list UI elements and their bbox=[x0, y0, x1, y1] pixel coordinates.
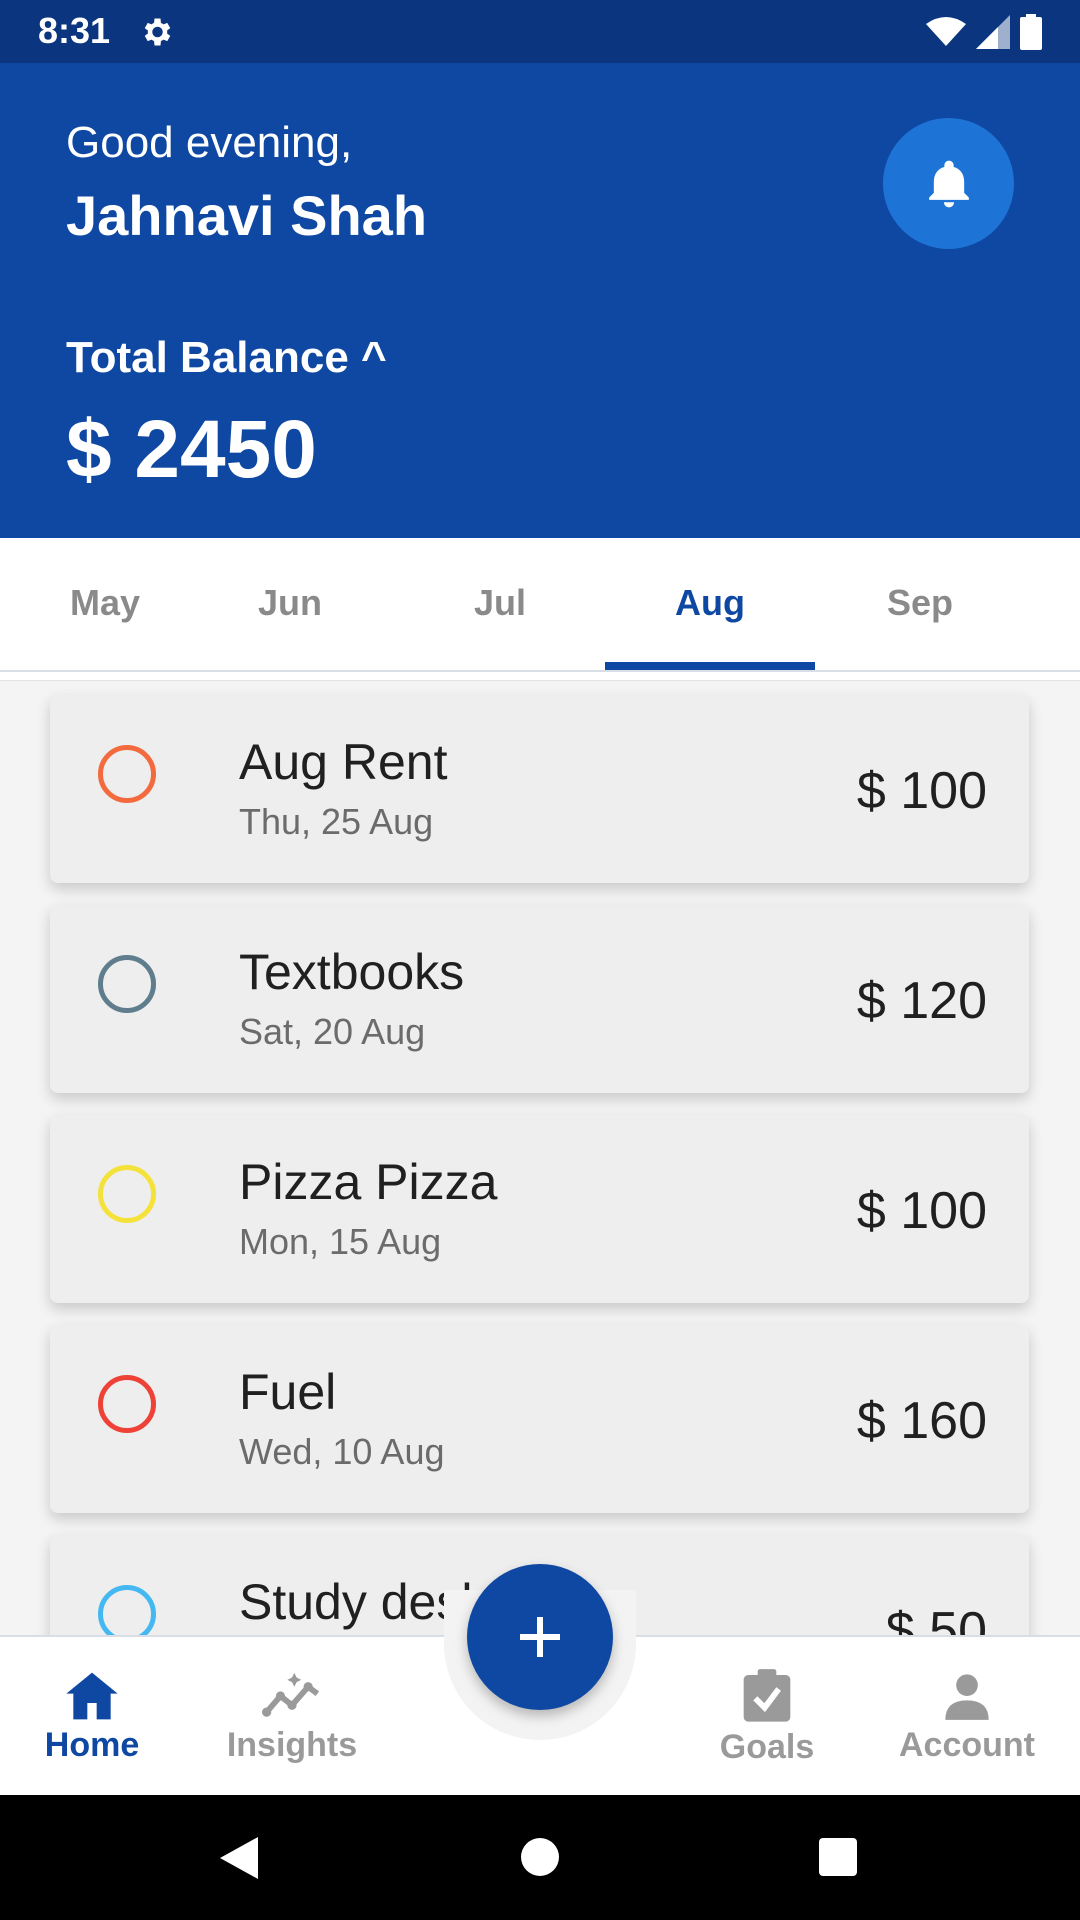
battery-icon bbox=[1020, 14, 1042, 50]
home-icon bbox=[66, 1672, 118, 1719]
goals-icon bbox=[743, 1668, 791, 1722]
category-ring-icon bbox=[98, 955, 156, 1013]
user-name: Jahnavi Shah bbox=[66, 184, 428, 247]
status-bar: 8:31 bbox=[0, 0, 1080, 63]
category-ring-icon bbox=[98, 745, 156, 803]
home-circle-icon[interactable] bbox=[520, 1837, 560, 1877]
transaction-list[interactable]: Aug Rent Thu, 25 Aug $ 100 Textbooks Sat… bbox=[0, 680, 1080, 1636]
tab-jun[interactable]: Jun bbox=[185, 538, 395, 668]
status-icons bbox=[926, 12, 1042, 52]
transaction-card[interactable]: Pizza Pizza Mon, 15 Aug $ 100 bbox=[50, 1115, 1029, 1303]
nav-account[interactable]: Account bbox=[867, 1637, 1067, 1797]
transaction-date: Sat, 20 Aug bbox=[239, 1011, 426, 1052]
cellular-signal-icon bbox=[976, 15, 1010, 49]
settings-gear-icon bbox=[144, 18, 171, 46]
plus-icon bbox=[520, 1617, 560, 1657]
tab-jul[interactable]: Jul bbox=[395, 538, 605, 668]
nav-home[interactable]: Home bbox=[0, 1637, 192, 1797]
add-transaction-button[interactable] bbox=[467, 1564, 613, 1710]
transaction-amount: $ 50 bbox=[885, 1602, 987, 1636]
nav-goals-label: Goals bbox=[719, 1727, 815, 1766]
greeting-text: Good evening, bbox=[66, 118, 353, 167]
bell-icon bbox=[928, 160, 969, 207]
transaction-amount: $ 100 bbox=[856, 1182, 987, 1240]
transaction-date: Thu, 25 Aug bbox=[239, 801, 434, 842]
transaction-title: Aug Rent bbox=[239, 734, 448, 790]
nav-account-label: Account bbox=[899, 1725, 1035, 1764]
transaction-card[interactable]: Textbooks Sat, 20 Aug $ 120 bbox=[50, 905, 1029, 1093]
wifi-icon bbox=[926, 17, 966, 46]
back-icon[interactable] bbox=[218, 1835, 260, 1881]
transaction-amount: $ 120 bbox=[856, 972, 987, 1030]
nav-home-label: Home bbox=[44, 1725, 140, 1764]
transaction-amount: $ 100 bbox=[856, 762, 987, 820]
active-tab-indicator bbox=[605, 662, 815, 670]
tab-may[interactable]: May bbox=[0, 538, 210, 668]
transaction-title: Textbooks bbox=[239, 944, 465, 1000]
total-balance-value: $ 2450 bbox=[66, 404, 317, 495]
nav-insights-label: Insights bbox=[226, 1725, 358, 1764]
category-ring-icon bbox=[98, 1585, 156, 1636]
transaction-date: Wed, 10 Aug bbox=[239, 1431, 445, 1472]
transaction-amount: $ 160 bbox=[856, 1392, 987, 1450]
nav-insights[interactable]: Insights bbox=[192, 1637, 392, 1797]
notifications-button[interactable] bbox=[883, 118, 1014, 249]
status-time: 8:31 bbox=[38, 10, 111, 51]
recents-square-icon[interactable] bbox=[818, 1837, 858, 1877]
tab-sep[interactable]: Sep bbox=[815, 538, 1025, 668]
total-balance-toggle[interactable]: Total Balance ^ bbox=[66, 333, 387, 383]
transaction-title: Pizza Pizza bbox=[239, 1154, 498, 1210]
category-ring-icon bbox=[98, 1165, 156, 1223]
category-ring-icon bbox=[98, 1375, 156, 1433]
transaction-card[interactable]: Aug Rent Thu, 25 Aug $ 100 bbox=[50, 695, 1029, 883]
transaction-title: Fuel bbox=[239, 1364, 337, 1420]
transaction-date: Mon, 15 Aug bbox=[239, 1221, 442, 1262]
balance-header: Good evening, Jahnavi Shah Total Balance… bbox=[0, 63, 1080, 538]
system-navigation-bar bbox=[0, 1795, 1080, 1920]
nav-goals[interactable]: Goals bbox=[667, 1637, 867, 1797]
insights-icon bbox=[262, 1672, 320, 1717]
account-icon bbox=[945, 1673, 989, 1720]
month-tabs: May Jun Jul Aug Sep bbox=[0, 538, 1080, 672]
transaction-card[interactable]: Fuel Wed, 10 Aug $ 160 bbox=[50, 1325, 1029, 1513]
tab-aug[interactable]: Aug bbox=[605, 538, 815, 668]
